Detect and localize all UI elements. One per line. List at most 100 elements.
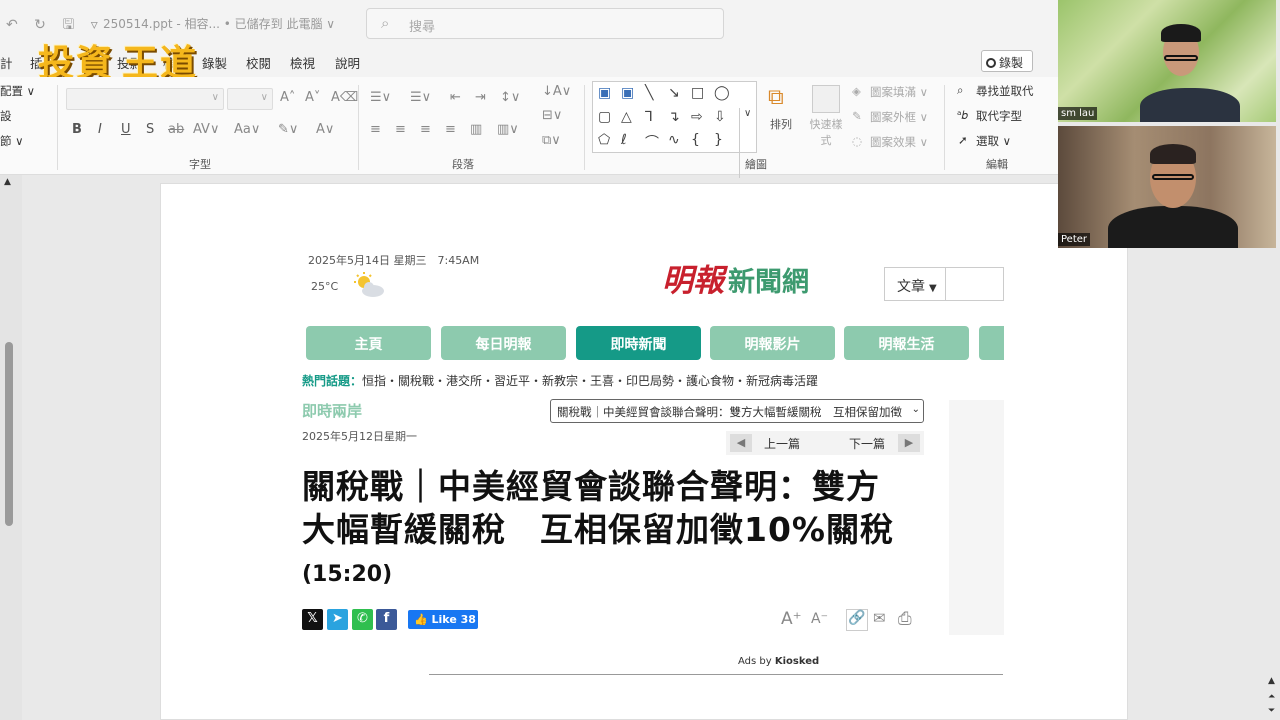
clear-format-icon[interactable]: A⌫ xyxy=(331,90,358,105)
email-icon[interactable]: ✉ xyxy=(873,609,886,627)
select-button[interactable]: 選取 ∨ xyxy=(976,133,1011,149)
italic-icon[interactable]: I xyxy=(98,122,102,137)
menu-item[interactable]: 說明 xyxy=(335,53,360,72)
line-spacing-icon[interactable]: ↕∨ xyxy=(500,90,520,105)
nav-tab-life[interactable]: 明報生活 xyxy=(844,326,969,360)
file-name[interactable]: 250514.ppt - 相容... • 已儲存到 此電腦 ∨ xyxy=(103,15,335,32)
menu-item[interactable]: 校閱 xyxy=(246,53,271,72)
print-icon[interactable]: ⎙ xyxy=(898,609,912,629)
article-select[interactable]: 關稅戰｜中美經貿會談聯合聲明：雙方大幅暫緩關稅 互相保留加徵 ⌄ xyxy=(550,399,924,423)
site-logo[interactable]: 明報 新聞網 xyxy=(662,255,809,300)
category-select[interactable]: 文章 ▼ xyxy=(884,267,946,301)
align-right-icon[interactable]: ≡ xyxy=(420,122,431,137)
distributed-icon[interactable]: ▥ xyxy=(470,122,482,137)
bold-icon[interactable]: B xyxy=(72,122,82,137)
arrange-left-button[interactable]: 配置 ∨ xyxy=(0,83,35,99)
shape-effects-button[interactable]: 圖案效果 ∨ xyxy=(870,134,928,150)
font-increase-icon[interactable]: A⁺ xyxy=(781,609,802,629)
rounded-rect-icon[interactable]: ▢ xyxy=(598,109,611,125)
quick-styles-label[interactable]: 快速樣式 xyxy=(807,116,845,148)
whatsapp-share-icon[interactable]: ✆ xyxy=(352,609,373,630)
curve-icon[interactable]: ∿ xyxy=(668,132,680,148)
align-center-icon[interactable]: ≡ xyxy=(395,122,406,137)
increase-indent-icon[interactable]: ⇥ xyxy=(475,90,486,105)
menu-item[interactable]: 錄製 xyxy=(202,53,227,72)
telegram-share-icon[interactable]: ➤ xyxy=(327,609,348,630)
next-slide-icon[interactable]: ⏷ xyxy=(1268,706,1275,716)
next-arrow-icon[interactable]: ▶ xyxy=(898,434,920,452)
char-spacing-icon[interactable]: AV∨ xyxy=(193,122,219,137)
prev-arrow-icon[interactable]: ◀ xyxy=(730,434,752,452)
next-article-link[interactable]: 下一篇 xyxy=(849,435,885,452)
quick-styles-icon[interactable] xyxy=(812,85,840,113)
nav-tab-daily[interactable]: 每日明報 xyxy=(441,326,566,360)
arrange-icon[interactable]: ⧉ xyxy=(768,85,784,110)
shape-fill-button[interactable]: 圖案填滿 ∨ xyxy=(870,84,928,100)
scroll-up-icon[interactable]: ▲ xyxy=(1268,676,1275,686)
search-box[interactable]: ⌕ 搜尋 xyxy=(366,8,724,39)
x-share-icon[interactable]: 𝕏 xyxy=(302,609,323,630)
underline-icon[interactable]: U xyxy=(121,122,131,137)
arrow-line-icon[interactable]: ↘ xyxy=(668,85,680,101)
rectangle-icon[interactable]: □ xyxy=(691,85,704,101)
hot-topics-list[interactable]: 恒指・關稅戰・港交所・習近平・新教宗・王喜・印巴局勢・護心食物・新冠病毒活躍 xyxy=(362,374,818,388)
smartart-icon[interactable]: ⧉∨ xyxy=(542,133,561,148)
oval-icon[interactable]: ◯ xyxy=(714,85,730,101)
right-arrow-icon[interactable]: ⇨ xyxy=(691,109,703,125)
change-case-icon[interactable]: Aa∨ xyxy=(234,122,260,137)
shrink-font-icon[interactable]: A˅ xyxy=(305,90,320,105)
replace-font-button[interactable]: 取代字型 xyxy=(976,108,1022,124)
columns-icon[interactable]: ▥∨ xyxy=(497,122,519,137)
arc-icon[interactable]: ⌒ xyxy=(645,132,659,152)
menu-item[interactable]: 計 xyxy=(0,53,13,72)
scroll-up-icon[interactable]: ▲ xyxy=(4,177,11,187)
align-text-icon[interactable]: ⊟∨ xyxy=(542,108,562,123)
font-decrease-icon[interactable]: A⁻ xyxy=(811,611,828,627)
left-row3[interactable]: 節 ∨ xyxy=(0,133,24,149)
strikethrough-icon[interactable]: ab xyxy=(168,122,184,137)
flowchart-icon[interactable]: ⬠ xyxy=(598,132,610,148)
freeform-icon[interactable]: ℓ xyxy=(621,132,627,148)
find-replace-button[interactable]: 尋找並取代 xyxy=(976,83,1034,99)
elbow-arrow-icon[interactable]: ↴ xyxy=(668,109,680,125)
left-brace-icon[interactable]: { xyxy=(691,132,700,148)
prev-slide-icon[interactable]: ⏶ xyxy=(1268,692,1275,702)
grow-font-icon[interactable]: A˄ xyxy=(280,90,295,105)
text-direction-icon[interactable]: ↓A∨ xyxy=(542,84,571,99)
nav-tab-more[interactable] xyxy=(979,326,1004,360)
menu-item[interactable]: 檢視 xyxy=(290,53,315,72)
font-color-icon[interactable]: A∨ xyxy=(316,122,334,137)
copy-link-icon[interactable]: 🔗 xyxy=(846,609,868,631)
textbox-icon[interactable]: ▣ xyxy=(598,85,611,101)
prev-article-link[interactable]: 上一篇 xyxy=(764,435,800,452)
down-arrow-icon[interactable]: ⇩ xyxy=(714,109,726,125)
vertical-textbox-icon[interactable]: ▣ xyxy=(621,85,634,101)
bullets-icon[interactable]: ☰∨ xyxy=(370,90,391,105)
facebook-share-icon[interactable]: f xyxy=(376,609,397,630)
align-left-icon[interactable]: ≡ xyxy=(370,122,381,137)
shape-outline-button[interactable]: 圖案外框 ∨ xyxy=(870,109,928,125)
line-icon[interactable]: ╲ xyxy=(645,85,653,101)
arrange-label[interactable]: 排列 xyxy=(770,116,792,132)
nav-tab-video[interactable]: 明報影片 xyxy=(710,326,835,360)
shadow-icon[interactable]: S xyxy=(146,122,154,137)
nav-tab-instant[interactable]: 即時新聞 xyxy=(576,326,701,360)
triangle-icon[interactable]: △ xyxy=(621,109,632,125)
decrease-indent-icon[interactable]: ⇤ xyxy=(450,90,461,105)
section-title[interactable]: 即時兩岸 xyxy=(302,400,362,421)
justify-icon[interactable]: ≡ xyxy=(445,122,456,137)
numbering-icon[interactable]: ☰∨ xyxy=(410,90,431,105)
highlight-icon[interactable]: ✎∨ xyxy=(278,122,298,137)
record-button[interactable]: 錄製 xyxy=(981,50,1033,72)
right-brace-icon[interactable]: } xyxy=(714,132,723,148)
left-row2[interactable]: 設 xyxy=(0,108,12,124)
site-search-input[interactable] xyxy=(946,267,1004,301)
scrollbar-thumb[interactable] xyxy=(5,342,13,526)
ads-attribution[interactable]: Ads by Kiosked xyxy=(738,656,819,667)
facebook-like-button[interactable]: 👍 Like 38 xyxy=(408,610,478,629)
font-size-select[interactable]: ∨ xyxy=(227,88,273,110)
font-name-select[interactable]: ∨ xyxy=(66,88,224,110)
nav-tab-home[interactable]: 主頁 xyxy=(306,326,431,360)
elbow-connector-icon[interactable]: ⅂ xyxy=(645,109,653,125)
shapes-gallery[interactable]: ▣ ▣ ╲ ↘ □ ◯ ▢ △ ⅂ ↴ ⇨ ⇩ ⬠ ℓ ⌒ ∿ { } ∨ xyxy=(592,81,757,178)
